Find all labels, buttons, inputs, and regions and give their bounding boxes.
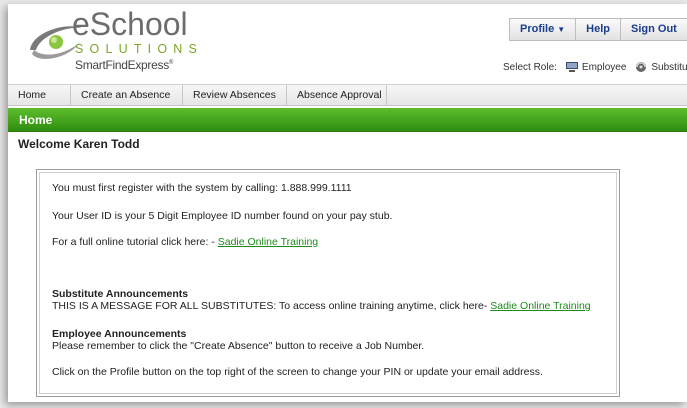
register-text: You must first register with the system … (52, 182, 352, 194)
section-title: Home (19, 113, 53, 127)
tutorial-link[interactable]: Sadie Online Training (218, 236, 318, 248)
nav-review-absences[interactable]: Review Absences (183, 85, 287, 105)
substitute-text: THIS IS A MESSAGE FOR ALL SUBSTITUTES: T… (52, 300, 491, 312)
tutorial-text: For a full online tutorial click here: - (52, 236, 218, 248)
userid-text: Your User ID is your 5 Digit Employee ID… (52, 210, 393, 222)
nav-create-absence[interactable]: Create an Absence (71, 85, 183, 105)
header: eSchool SOLUTIONS SmartFindExpress® Prof… (8, 4, 687, 84)
role-substitute[interactable]: Substitute (651, 62, 687, 73)
employee-heading-text: Employee Announcements (52, 328, 187, 340)
main-nav: Home Create an Absence Review Absences A… (8, 84, 687, 106)
substitute-heading-text: Substitute Announcements (52, 288, 189, 300)
substitute-icon[interactable] (634, 61, 648, 73)
substitute-training-link[interactable]: Sadie Online Training (490, 300, 590, 312)
role-selector: Select Role: Employee Substitute (503, 60, 687, 74)
role-label: Select Role: (503, 61, 557, 73)
chevron-down-icon: ▼ (557, 25, 566, 34)
section-header: Home (8, 108, 687, 132)
announcement-box-inner: You must first register with the system … (39, 172, 617, 394)
trademark: ® (168, 60, 174, 66)
help-button[interactable]: Help (576, 19, 621, 40)
brand-title: eSchool (72, 6, 188, 42)
brand-solutions: SOLUTIONS (75, 42, 204, 56)
employee-icon[interactable] (565, 61, 579, 73)
profile-button[interactable]: Profile ▼ (510, 19, 577, 40)
announcement-box: You must first register with the system … (36, 169, 620, 397)
browser-page: eSchool SOLUTIONS SmartFindExpress® Prof… (8, 4, 687, 402)
brand-product-name: SmartFindExpress (75, 58, 169, 72)
welcome-message: Welcome Karen Todd (18, 137, 140, 151)
top-button-group: Profile ▼ Help Sign Out (509, 18, 687, 41)
brand-product: SmartFindExpress® (75, 56, 173, 72)
nav-home[interactable]: Home (8, 85, 71, 105)
role-employee[interactable]: Employee (582, 62, 626, 73)
employee-text: Please remember to click the "Create Abs… (52, 340, 425, 352)
nav-absence-approval[interactable]: Absence Approval (287, 85, 387, 105)
profile-note: Click on the Profile button on the top r… (52, 366, 543, 378)
profile-label: Profile (520, 23, 555, 35)
sign-out-button[interactable]: Sign Out (621, 19, 687, 40)
tutorial-line: For a full online tutorial click here: -… (52, 236, 318, 249)
substitute-line: THIS IS A MESSAGE FOR ALL SUBSTITUTES: T… (52, 300, 591, 313)
